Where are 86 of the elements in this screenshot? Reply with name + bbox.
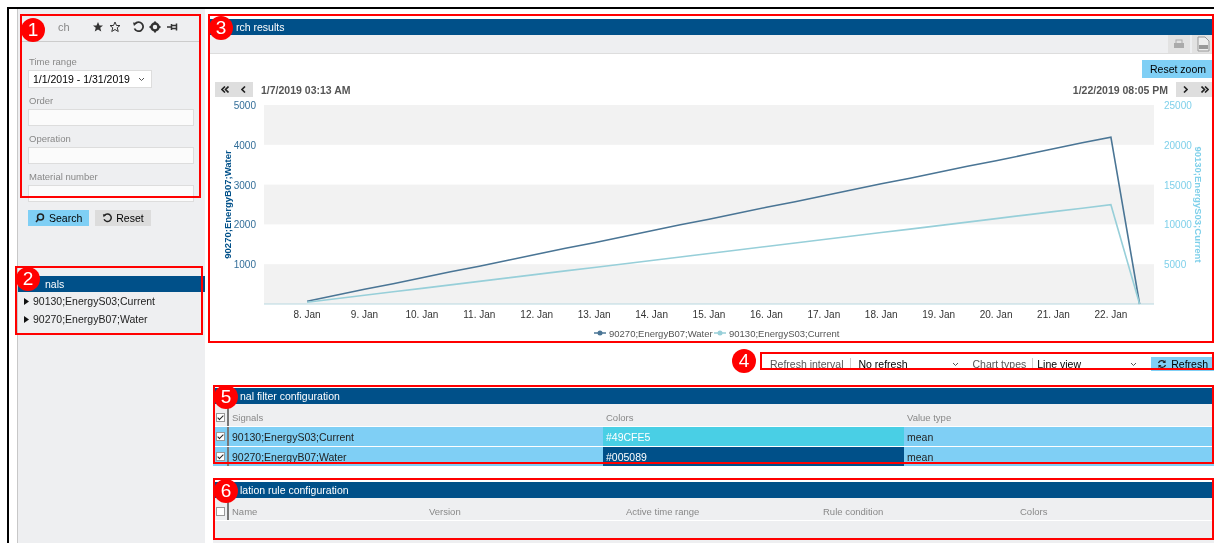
start-date: 1/7/2019 03:13 AM xyxy=(261,83,351,96)
axis-tick-label: 20000 xyxy=(1164,139,1192,151)
pdf-file-icon[interactable] xyxy=(1192,35,1214,53)
caret-icon xyxy=(1130,361,1138,367)
axis-title: 90270;EnergyB07;Water xyxy=(222,150,233,259)
axis-tick-label: 22. Jan xyxy=(1094,309,1128,320)
star-icon[interactable] xyxy=(92,21,104,33)
select-all-checkbox[interactable] xyxy=(215,506,225,516)
axis-tick-label: 10. Jan xyxy=(405,309,439,320)
axis-tick-label: 12. Jan xyxy=(520,309,554,320)
double-chevron-right-icon xyxy=(1200,86,1209,93)
field-label: Order xyxy=(29,95,55,106)
axis-tick-label: 10000 xyxy=(1164,219,1192,231)
undo-icon xyxy=(102,213,113,223)
axis-tick-label: 1000 xyxy=(233,259,256,271)
axis-tick-label: 5000 xyxy=(1164,259,1187,271)
column-header: Active time range xyxy=(625,504,701,519)
select-all-checkbox[interactable] xyxy=(215,412,225,422)
star-outline-icon[interactable] xyxy=(109,21,121,33)
column-header: Colors xyxy=(1019,504,1049,519)
axis-tick-label: 19. Jan xyxy=(922,309,956,320)
search-icon xyxy=(35,213,45,223)
axis-tick-label: 5000 xyxy=(233,100,256,111)
settings-icon[interactable] xyxy=(149,21,161,33)
double-chevron-left-icon xyxy=(220,86,229,93)
table-row[interactable]: 90270;EnergyB07;Water #005089 mean xyxy=(213,447,1214,467)
time-range-dropdown[interactable]: 1/1/2019 - 1/31/2019 xyxy=(28,70,152,88)
table-cell-text: mean xyxy=(906,449,935,465)
axis-tick-label: 13. Jan xyxy=(577,309,611,320)
tree-item[interactable]: 90130;EnergyS03;Current xyxy=(18,292,205,310)
table-cell-text: 90130;EnergyS03;Current xyxy=(231,429,355,445)
axis-tick-label: 15000 xyxy=(1164,179,1192,191)
triangle-icon xyxy=(24,315,29,323)
axis-tick-label: 20. Jan xyxy=(979,309,1013,320)
row-checkbox[interactable] xyxy=(215,452,225,461)
end-date: 1/22/2019 08:05 PM xyxy=(1072,83,1168,96)
callout-number: 4 xyxy=(732,349,756,373)
legend-item[interactable]: 90270;EnergyB07;Water xyxy=(593,327,713,339)
search-button[interactable]: Search xyxy=(28,210,90,226)
axis-tick-label: 11. Jan xyxy=(463,309,496,320)
axis-tick-label: 3000 xyxy=(233,179,256,191)
reset-zoom-button[interactable]: Reset zoom xyxy=(1141,60,1214,78)
axis-title: 90130;EnergyS03;Current xyxy=(1193,146,1204,263)
axis-tick-label: 2000 xyxy=(233,219,256,231)
axis-tick-label: 18. Jan xyxy=(864,309,898,320)
refresh-interval-label: Refresh interval xyxy=(764,358,851,370)
column-header: Signals xyxy=(231,410,265,425)
caret-icon xyxy=(137,76,145,82)
axis-tick-label: 9. Jan xyxy=(350,309,379,320)
column-header: Value type xyxy=(906,410,953,425)
chevron-right-icon xyxy=(1183,86,1188,93)
column-header: Name xyxy=(231,504,259,519)
field-label: Time range xyxy=(29,56,78,67)
legend-item[interactable]: 90130;EnergyS03;Current xyxy=(713,327,840,339)
reset-button[interactable]: Reset xyxy=(95,210,151,226)
axis-tick-label: 17. Jan xyxy=(807,309,841,320)
row-checkbox[interactable] xyxy=(215,432,225,441)
table-row[interactable]: 90130;EnergyS03;Current #49CFE5 mean xyxy=(213,427,1214,447)
undo-icon[interactable] xyxy=(132,21,144,33)
previous-button[interactable] xyxy=(234,82,253,97)
next-button[interactable] xyxy=(1176,82,1195,97)
refresh-icon xyxy=(1157,359,1168,369)
axis-tick-label: 4000 xyxy=(233,139,256,151)
callout-number: 3 xyxy=(209,16,233,40)
triangle-icon xyxy=(24,297,29,305)
chevron-left-icon xyxy=(241,86,246,93)
axis-tick-label: 14. Jan xyxy=(635,309,668,320)
field-label: Material number xyxy=(29,171,99,182)
axis-tick-label: 21. Jan xyxy=(1037,309,1070,320)
input-field[interactable] xyxy=(28,109,194,126)
first-page-button[interactable] xyxy=(215,82,234,97)
input-field[interactable] xyxy=(28,147,194,164)
axis-tick-label: 8. Jan xyxy=(293,309,321,320)
column-header: Colors xyxy=(605,410,635,425)
tree-item[interactable]: 90270;EnergyB07;Water xyxy=(18,310,205,328)
field-label: Operation xyxy=(29,133,72,144)
pin-icon[interactable] xyxy=(166,21,179,33)
axis-tick-label: 25000 xyxy=(1164,100,1192,111)
table-cell-text: mean xyxy=(906,429,935,445)
panel-title: ch xyxy=(58,21,70,33)
axis-tick-label: 15. Jan xyxy=(692,309,726,320)
column-header: Version xyxy=(428,504,462,519)
axis-tick-label: 16. Jan xyxy=(750,309,783,320)
caret-icon xyxy=(951,361,959,367)
column-header: Rule condition xyxy=(822,504,885,519)
table-cell-text: 90270;EnergyB07;Water xyxy=(231,449,348,465)
